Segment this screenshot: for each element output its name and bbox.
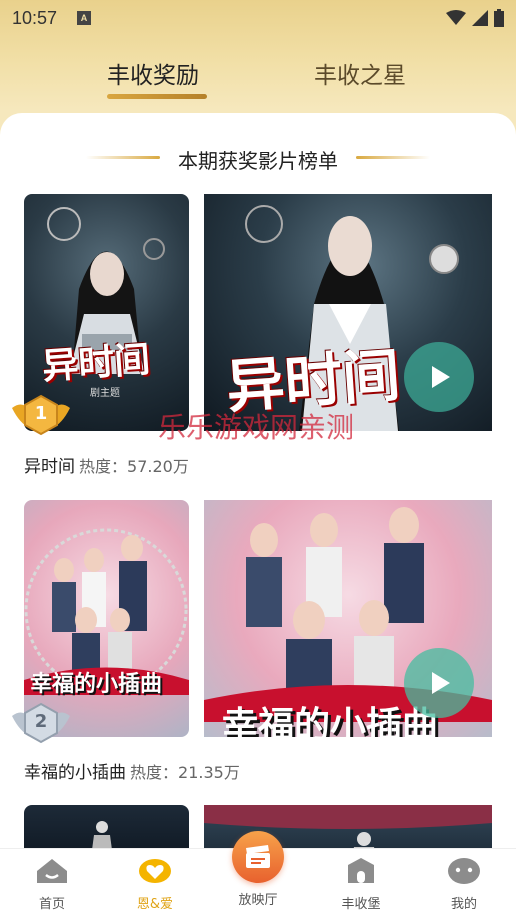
nav-profile[interactable]: 我的 xyxy=(424,857,504,912)
tab-harvest-reward[interactable]: 丰收奖励 xyxy=(107,56,199,90)
title-decor-right xyxy=(356,156,430,159)
play-icon xyxy=(432,366,450,388)
cinema-center-button[interactable] xyxy=(232,831,284,883)
ranking-card: 本期获奖影片榜单 异时间 剧主题 异时间 1 异时间 热度：57.20万 幸福的… xyxy=(0,113,516,853)
poster-title-text: 幸福的小插曲 xyxy=(222,705,439,737)
movie-title: 幸福的小插曲 xyxy=(24,763,126,783)
play-button[interactable] xyxy=(404,342,474,412)
nav-home-label: 首页 xyxy=(38,897,65,912)
top-tabs: 丰收奖励 丰收之星 xyxy=(0,56,516,106)
notification-icon: A xyxy=(77,11,92,25)
rank-badge-silver: 2 xyxy=(10,702,72,746)
heat-label: 热度： xyxy=(130,763,179,782)
poster-title-text: 幸福的小插曲 xyxy=(30,672,163,697)
play-button[interactable] xyxy=(404,648,474,718)
profile-icon xyxy=(448,858,480,884)
tab-harvest-star[interactable]: 丰收之星 xyxy=(314,56,406,90)
rank-number: 1 xyxy=(34,403,48,424)
heat-value: 57.20万 xyxy=(127,457,189,476)
heat-label: 热度： xyxy=(79,457,128,476)
movie-poster-preview[interactable]: 异时间 xyxy=(204,194,492,431)
nav-love-label: 恩&爱 xyxy=(136,897,174,912)
nav-love[interactable]: 恩&爱 xyxy=(115,857,195,912)
movie-info: 幸福的小插曲 热度：21.35万 xyxy=(24,758,240,783)
poster-figure xyxy=(91,821,113,853)
movie-item[interactable]: 幸福的小插曲 幸福的小插曲 2 幸福的小插曲 热度：21.35万 xyxy=(12,500,492,790)
status-bar: 10:57 A xyxy=(0,0,516,36)
rank-badge-gold: 1 xyxy=(10,394,72,438)
signal-icon xyxy=(472,10,488,26)
home-icon xyxy=(37,859,67,883)
nav-home[interactable]: 首页 xyxy=(12,857,92,912)
bottom-nav: 首页 恩&爱 放映厅 丰收堡 我的 xyxy=(0,831,516,919)
wifi-icon xyxy=(446,10,466,25)
nav-profile-label: 我的 xyxy=(450,897,477,912)
play-icon xyxy=(432,672,450,694)
active-tab-indicator xyxy=(107,94,207,99)
movie-poster-preview[interactable]: 幸福的小插曲 xyxy=(204,500,492,737)
movie-info: 异时间 热度：57.20万 xyxy=(24,452,189,477)
movie-title: 异时间 xyxy=(24,457,75,477)
rank-number: 2 xyxy=(34,711,48,732)
poster-title-text: 异时间 xyxy=(40,338,152,388)
status-icons xyxy=(446,9,504,27)
nav-castle[interactable]: 丰收堡 xyxy=(321,857,401,912)
status-time: 10:57 xyxy=(12,7,58,28)
nav-cinema-label: 放映厅 xyxy=(238,893,278,908)
clapperboard-icon xyxy=(246,845,270,868)
heat-value: 21.35万 xyxy=(178,763,240,782)
movie-poster-thumbnail[interactable] xyxy=(24,805,189,853)
watermark-text: 乐乐游戏网亲测 xyxy=(158,411,355,444)
section-title: 本期获奖影片榜单 xyxy=(178,149,338,173)
heart-icon xyxy=(139,859,171,883)
nav-castle-label: 丰收堡 xyxy=(341,897,381,912)
castle-icon xyxy=(348,858,374,883)
poster-sub-text: 剧主题 xyxy=(90,388,120,399)
battery-icon xyxy=(494,9,504,27)
